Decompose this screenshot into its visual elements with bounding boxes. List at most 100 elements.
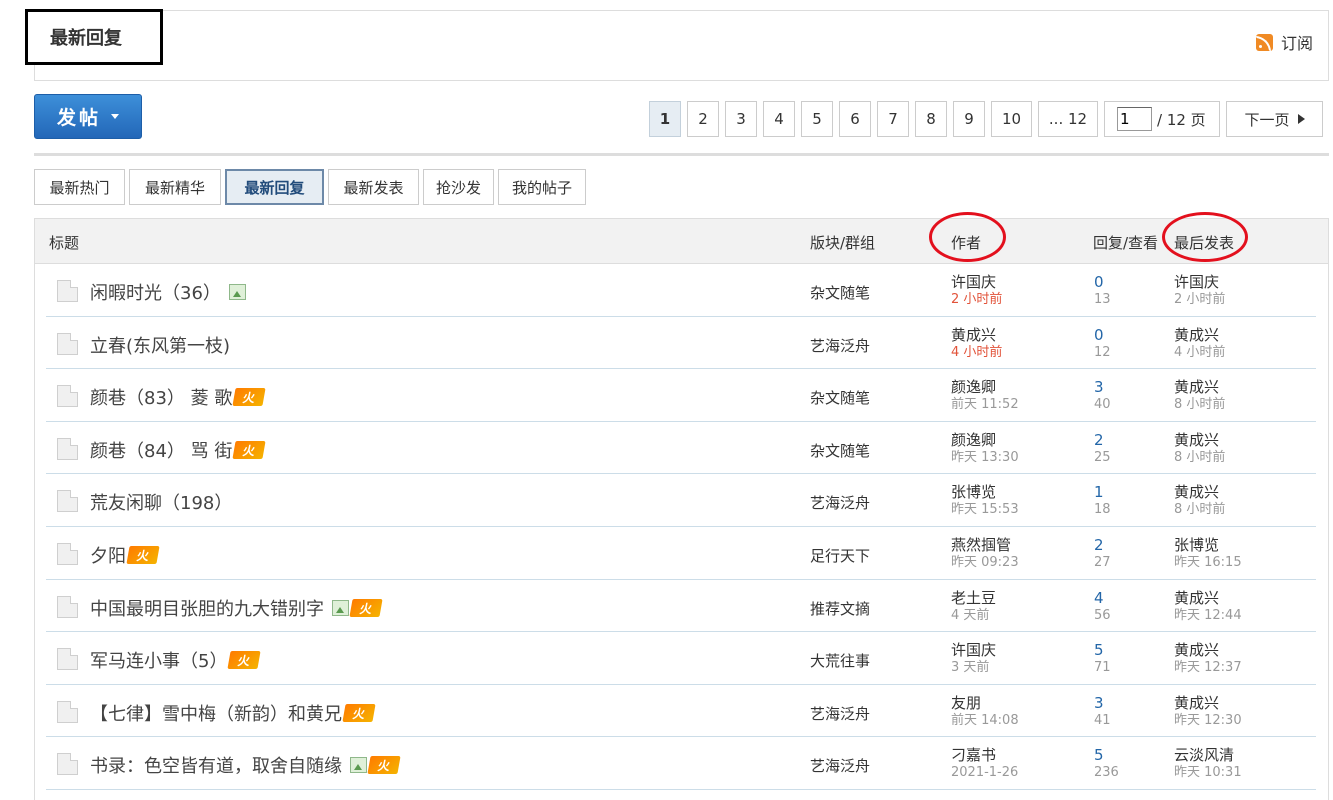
board-link[interactable]: 足行天下 <box>810 545 870 566</box>
board-link[interactable]: 艺海泛舟 <box>810 755 870 776</box>
board-link[interactable]: 大荒往事 <box>810 650 870 671</box>
board-link[interactable]: 推荐文摘 <box>810 598 870 619</box>
board-link[interactable]: 杂文随笔 <box>810 440 870 461</box>
author-time: 2 小时前 <box>951 292 1003 307</box>
reply-count: 2 <box>1094 535 1104 554</box>
subscribe-link[interactable]: 订阅 <box>1256 30 1313 54</box>
page-4[interactable]: 4 <box>763 101 795 137</box>
author-link[interactable]: 黄成兴 <box>951 326 996 344</box>
author-cell: 张博览 昨天 15:53 <box>951 483 1019 519</box>
table-row: 闲暇时光（36） 杂文随笔 许国庆 2 小时前 0 13 许国庆 2 小时前 <box>46 264 1316 317</box>
thread-icon <box>57 595 78 618</box>
thread-title-link[interactable]: 颜巷（84） 骂 街火 <box>90 437 266 463</box>
reply-count: 2 <box>1094 430 1104 449</box>
page-10[interactable]: 10 <box>991 101 1032 137</box>
last-author-link[interactable]: 黄成兴 <box>1174 431 1219 449</box>
next-page-button[interactable]: 下一页 <box>1226 101 1323 137</box>
tab-no-reply[interactable]: 抢沙发 <box>423 169 494 205</box>
board-link[interactable]: 艺海泛舟 <box>810 335 870 356</box>
reply-count: 4 <box>1094 588 1104 607</box>
thread-icon <box>57 437 78 460</box>
author-link[interactable]: 颜逸卿 <box>951 431 996 449</box>
page-3[interactable]: 3 <box>725 101 757 137</box>
thread-title: 荒友闲聊（198） <box>90 493 233 515</box>
author-link[interactable]: 许国庆 <box>951 641 996 659</box>
reply-count: 1 <box>1094 483 1104 502</box>
board-link[interactable]: 杂文随笔 <box>810 387 870 408</box>
view-count: 18 <box>1094 502 1111 518</box>
author-link[interactable]: 刁嘉书 <box>951 746 996 764</box>
author-time: 昨天 15:53 <box>951 502 1019 518</box>
page-5[interactable]: 5 <box>801 101 833 137</box>
reply-view-cell: 5 71 <box>1094 641 1111 677</box>
author-link[interactable]: 许国庆 <box>951 273 996 291</box>
last-author-link[interactable]: 许国庆 <box>1174 273 1219 291</box>
thread-icon <box>57 385 78 408</box>
thread-title-link[interactable]: 中国最明目张胆的九大错别字 火 <box>90 595 383 621</box>
last-author-link[interactable]: 黄成兴 <box>1174 326 1219 344</box>
author-link[interactable]: 张博览 <box>951 483 996 501</box>
thread-title: 【七律】雪中梅（新韵）和黄兄 <box>90 703 342 725</box>
thread-title-link[interactable]: 立春(东风第一枝) <box>90 332 230 358</box>
page-6[interactable]: 6 <box>839 101 871 137</box>
tab-latest-reply[interactable]: 最新回复 <box>225 169 324 205</box>
thread-title-link[interactable]: 夕阳火 <box>90 542 160 568</box>
author-time: 4 小时前 <box>951 344 1003 360</box>
tab-hot[interactable]: 最新热门 <box>34 169 125 205</box>
thread-title-link[interactable]: 书录：色空皆有道，取舍自随缘 火 <box>90 752 401 778</box>
header-board: 版块/群组 <box>810 234 876 252</box>
tab-my-posts[interactable]: 我的帖子 <box>498 169 586 205</box>
last-author-link[interactable]: 云淡风清 <box>1174 746 1234 764</box>
author-time: 前天 14:08 <box>951 712 1019 728</box>
page-1[interactable]: 1 <box>649 101 681 137</box>
image-attachment-icon <box>332 599 349 616</box>
thread-icon <box>57 648 78 671</box>
author-link[interactable]: 燕然掴管 <box>951 536 1011 554</box>
last-author-link[interactable]: 黄成兴 <box>1174 694 1219 712</box>
new-post-label: 发帖 <box>57 107 102 129</box>
tab-digest[interactable]: 最新精华 <box>129 169 221 205</box>
table-row: 颜巷（83） 菱 歌火 杂文随笔 颜逸卿 前天 11:52 3 40 黄成兴 8 小时前 <box>46 369 1316 422</box>
reply-count: 3 <box>1094 378 1104 397</box>
author-cell: 燕然掴管 昨天 09:23 <box>951 536 1019 572</box>
thread-title-link[interactable]: 颜巷（83） 菱 歌火 <box>90 384 266 410</box>
last-author-link[interactable]: 黄成兴 <box>1174 589 1219 607</box>
thread-title-link[interactable]: 荒友闲聊（198） <box>90 489 232 515</box>
last-author-link[interactable]: 张博览 <box>1174 536 1219 554</box>
last-post-time: 2 小时前 <box>1174 292 1226 307</box>
author-time: 昨天 13:30 <box>951 449 1019 465</box>
board-link[interactable]: 杂文随笔 <box>810 282 870 303</box>
last-author-link[interactable]: 黄成兴 <box>1174 378 1219 396</box>
author-cell: 刁嘉书 2021-1-26 <box>951 746 1018 782</box>
reply-view-cell: 0 12 <box>1094 326 1111 362</box>
author-link[interactable]: 颜逸卿 <box>951 378 996 396</box>
last-author-link[interactable]: 黄成兴 <box>1174 483 1219 501</box>
board-link[interactable]: 艺海泛舟 <box>810 492 870 513</box>
page-9[interactable]: 9 <box>953 101 985 137</box>
author-cell: 老土豆 4 天前 <box>951 589 996 625</box>
thread-list: 闲暇时光（36） 杂文随笔 许国庆 2 小时前 0 13 许国庆 2 小时前 立春(东风第一枝)… <box>35 264 1328 790</box>
page-last[interactable]: ... 12 <box>1038 101 1098 137</box>
author-cell: 黄成兴 4 小时前 <box>951 326 1002 362</box>
thread-title-link[interactable]: 军马连小事（5）火 <box>90 647 262 673</box>
thread-title-link[interactable]: 闲暇时光（36） <box>90 279 246 305</box>
thread-title-link[interactable]: 【七律】雪中梅（新韵）和黄兄火 <box>90 700 376 726</box>
page-jump-input[interactable] <box>1117 107 1152 131</box>
tab-latest-post[interactable]: 最新发表 <box>328 169 419 205</box>
view-count: 71 <box>1094 660 1111 676</box>
author-link[interactable]: 老土豆 <box>951 589 996 607</box>
reply-count: 0 <box>1094 325 1104 344</box>
board-link[interactable]: 艺海泛舟 <box>810 703 870 724</box>
reply-count: 5 <box>1094 641 1104 660</box>
new-post-button[interactable]: 发帖 <box>34 94 142 139</box>
last-post-cell: 黄成兴 8 小时前 <box>1174 378 1225 414</box>
page-8[interactable]: 8 <box>915 101 947 137</box>
page-2[interactable]: 2 <box>687 101 719 137</box>
last-post-time: 8 小时前 <box>1174 449 1226 465</box>
last-author-link[interactable]: 黄成兴 <box>1174 641 1219 659</box>
page-7[interactable]: 7 <box>877 101 909 137</box>
thread-title: 书录：色空皆有道，取舍自随缘 <box>90 756 342 778</box>
author-link[interactable]: 友朋 <box>951 694 981 712</box>
image-attachment-icon <box>350 757 367 774</box>
view-count: 13 <box>1094 292 1111 307</box>
